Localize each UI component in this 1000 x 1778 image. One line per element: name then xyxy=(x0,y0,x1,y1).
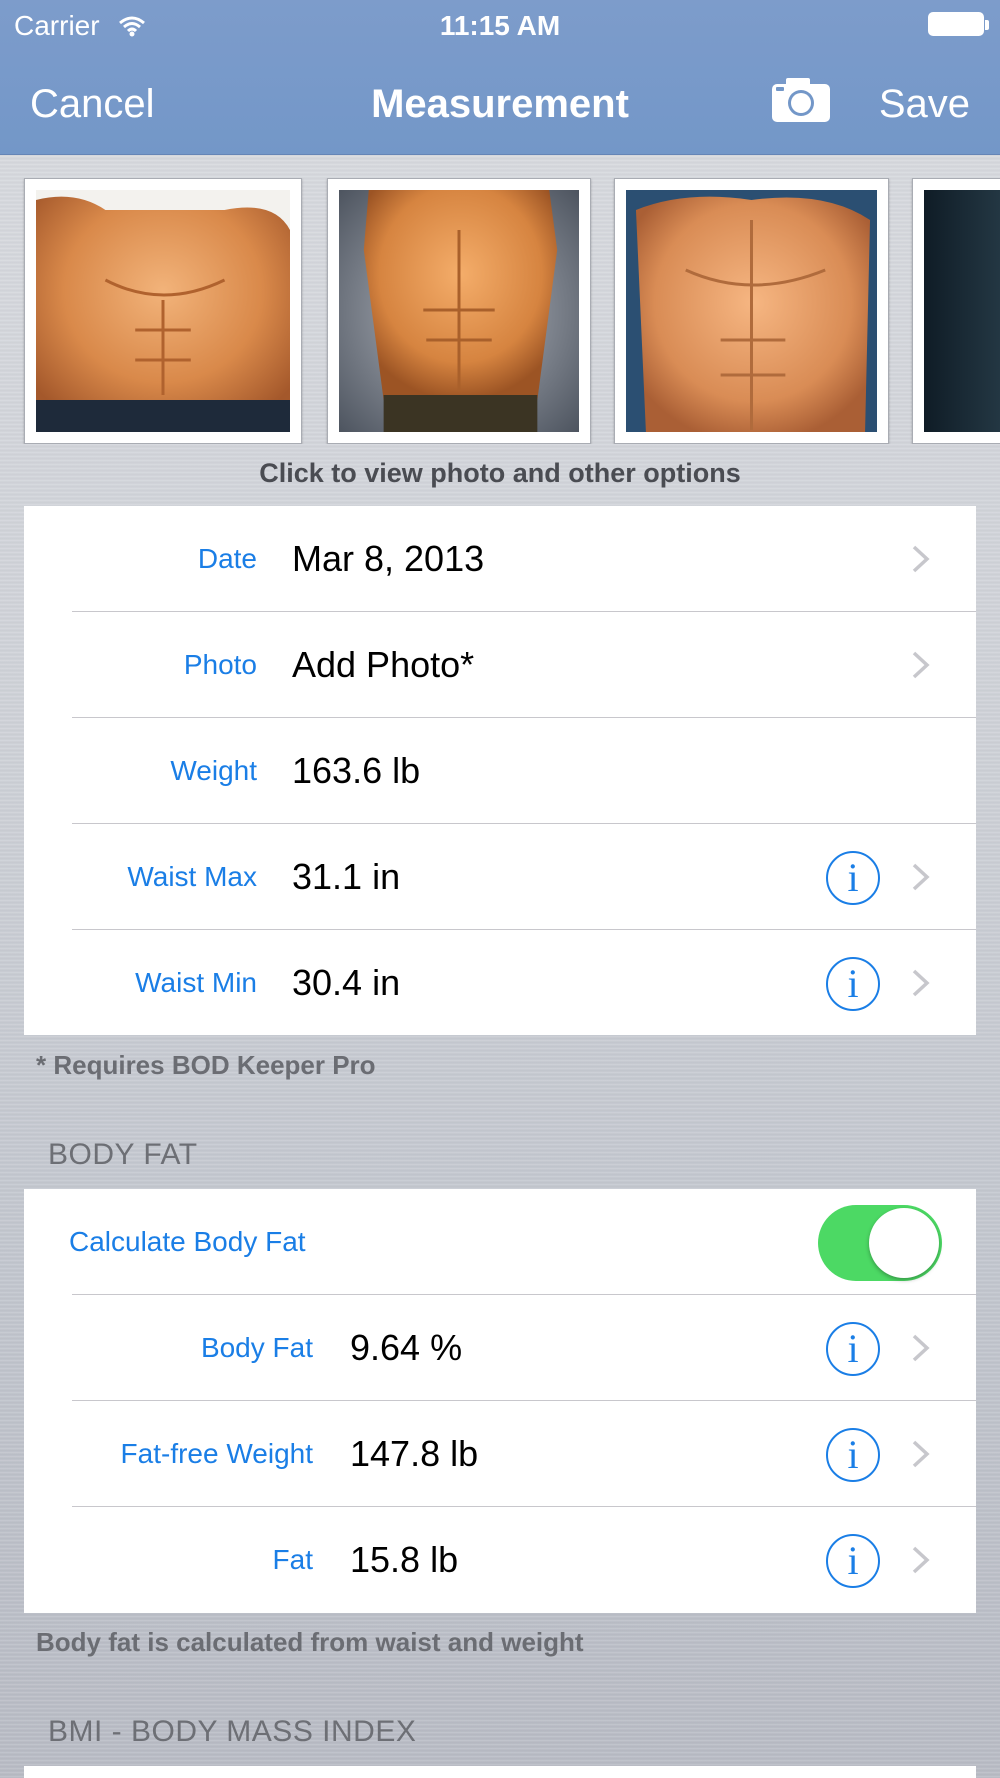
waist-min-value[interactable]: 30.4 in xyxy=(292,930,400,1036)
date-row[interactable]: Date Mar 8, 2013 xyxy=(24,506,976,612)
save-button[interactable]: Save xyxy=(879,82,970,127)
photo-thumbnail[interactable] xyxy=(327,178,591,444)
fat-row[interactable]: Fat 15.8 lb i xyxy=(24,1507,976,1613)
body-fat-row[interactable]: Body Fat 9.64 % i xyxy=(24,1295,976,1401)
weight-label: Weight xyxy=(170,755,257,786)
calculate-body-fat-label: Calculate Body Fat xyxy=(69,1226,306,1257)
chevron-right-icon xyxy=(912,545,930,573)
chevron-right-icon xyxy=(912,1440,930,1468)
fat-free-weight-label: Fat-free Weight xyxy=(120,1438,313,1469)
date-label: Date xyxy=(197,543,257,574)
photo-thumbnail[interactable] xyxy=(24,178,302,444)
fat-free-weight-row[interactable]: Fat-free Weight 147.8 lb i xyxy=(24,1401,976,1507)
waist-min-label: Waist Min xyxy=(135,967,257,998)
fat-free-weight-value: 147.8 lb xyxy=(350,1433,479,1474)
status-bar: Carrier 11:15 AM xyxy=(0,0,1000,50)
waist-min-row[interactable]: Waist Min 30.4 in i xyxy=(24,930,976,1036)
body-fat-value: 9.64 % xyxy=(350,1327,463,1368)
body-fat-label: Body Fat xyxy=(200,1332,313,1363)
chevron-right-icon xyxy=(912,1546,930,1574)
toggle-knob xyxy=(869,1208,939,1278)
photo-strip[interactable] xyxy=(0,178,1000,444)
fat-value: 15.8 lb xyxy=(350,1539,459,1580)
calculate-body-fat-row: Calculate Body Fat xyxy=(24,1189,976,1295)
waist-max-label: Waist Max xyxy=(127,861,257,892)
photo-label: Photo xyxy=(183,649,257,680)
chevron-right-icon xyxy=(912,863,930,891)
photo-row[interactable]: Photo Add Photo* xyxy=(24,612,976,718)
chevron-right-icon xyxy=(912,1334,930,1362)
torso-photo xyxy=(339,190,579,432)
measurements-table: Date Mar 8, 2013 Photo Add Photo* Weight… xyxy=(24,506,976,1035)
torso-photo xyxy=(36,190,290,432)
body-fat-table: Calculate Body Fat Body Fat 9.64 % i Fat… xyxy=(24,1189,976,1613)
chevron-right-icon xyxy=(912,651,930,679)
torso-photo xyxy=(626,190,877,432)
pro-requirement-note: * Requires BOD Keeper Pro xyxy=(36,1050,376,1080)
waist-max-row[interactable]: Waist Max 31.1 in i xyxy=(24,824,976,930)
status-time: 11:15 AM xyxy=(439,10,561,41)
weight-row[interactable]: Weight 163.6 lb xyxy=(24,718,976,824)
body-fat-note: Body fat is calculated from waist and we… xyxy=(36,1627,584,1657)
cancel-button[interactable]: Cancel xyxy=(30,82,155,127)
camera-icon[interactable] xyxy=(770,76,832,124)
body-fat-header: BODY FAT xyxy=(48,1138,198,1171)
fat-label: Fat xyxy=(272,1544,313,1575)
bmi-header: BMI - BODY MASS INDEX xyxy=(48,1715,417,1748)
info-icon[interactable]: i xyxy=(826,1534,880,1588)
photo-value: Add Photo* xyxy=(292,644,475,685)
info-icon[interactable]: i xyxy=(826,957,880,1011)
info-icon[interactable]: i xyxy=(826,1322,880,1376)
calculate-body-fat-toggle[interactable] xyxy=(818,1205,942,1281)
battery-icon xyxy=(928,12,989,36)
bmi-table xyxy=(24,1766,976,1778)
info-icon[interactable]: i xyxy=(826,851,880,905)
torso-photo xyxy=(924,190,1000,432)
weight-value[interactable]: 163.6 lb xyxy=(292,718,420,824)
date-value: Mar 8, 2013 xyxy=(292,538,485,579)
photo-strip-caption: Click to view photo and other options xyxy=(259,458,741,488)
photo-thumbnail[interactable] xyxy=(912,178,1000,444)
info-icon[interactable]: i xyxy=(826,1428,880,1482)
chevron-right-icon xyxy=(912,969,930,997)
photo-thumbnail[interactable] xyxy=(614,178,889,444)
navigation-bar: Carrier 11:15 AM Cancel Measurement Save xyxy=(0,0,1000,155)
waist-max-value[interactable]: 31.1 in xyxy=(292,824,400,930)
